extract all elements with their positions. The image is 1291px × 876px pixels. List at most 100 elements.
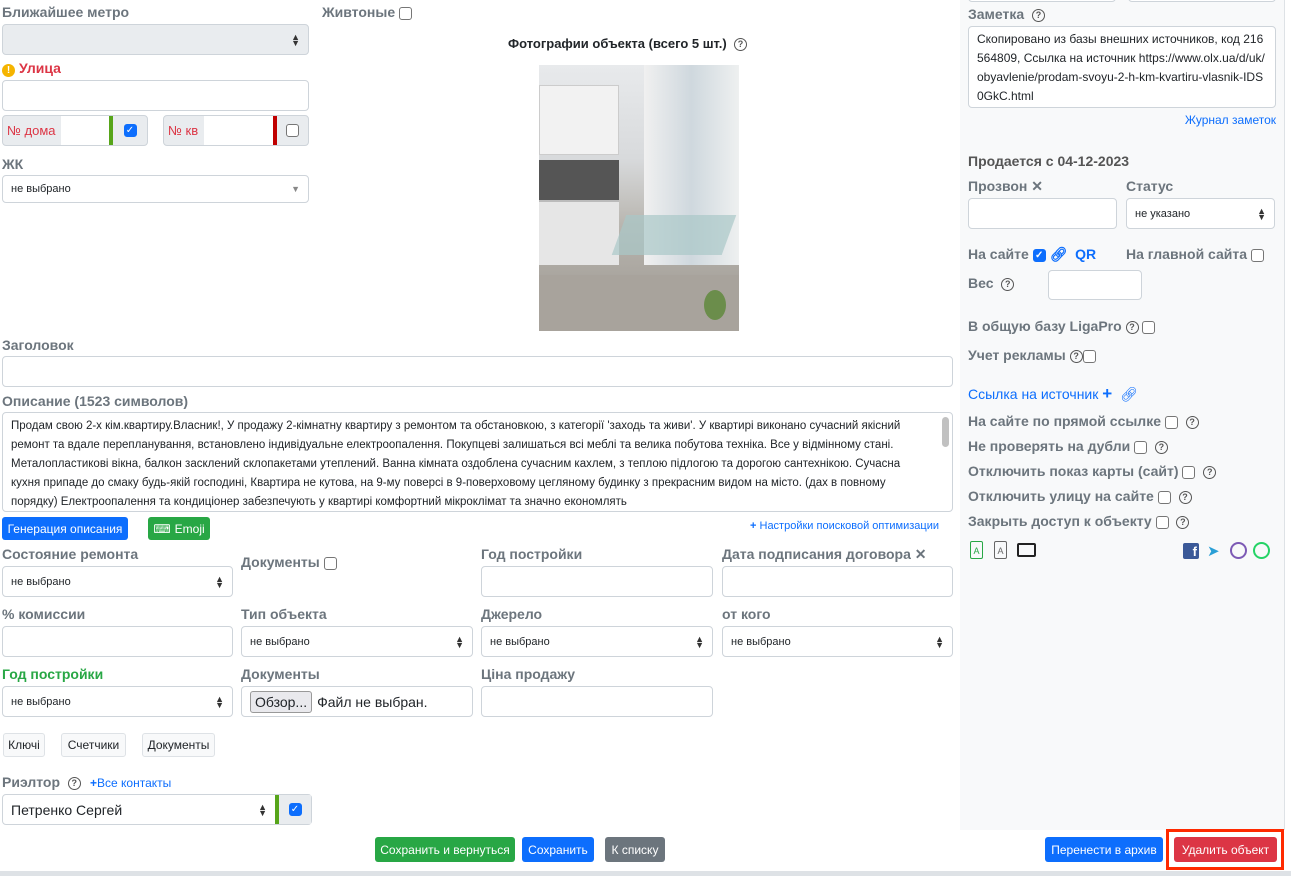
meters-button[interactable]: Счетчики [61, 733, 126, 757]
weight-input[interactable] [1048, 270, 1142, 300]
link-icon[interactable]: 🔗︎ [1120, 386, 1138, 402]
object-type-select[interactable]: не выбрано ▲ ▼ [241, 626, 473, 657]
realtor-checkbox[interactable]: ✓ [288, 803, 302, 816]
ads-field: Учет рекламы ? [968, 347, 1096, 363]
realtor-label: Риэлтор [2, 774, 60, 790]
build-year-value: не выбрано [11, 695, 71, 708]
help-icon[interactable]: ? [1178, 490, 1192, 504]
documents-file-input[interactable]: Обзор... Файл не выбран. [241, 686, 473, 717]
notes-log-link[interactable]: Журнал заметок [1185, 113, 1276, 127]
price-input[interactable] [481, 686, 713, 717]
ads-label: Учет рекламы [968, 347, 1066, 363]
house-input[interactable] [61, 116, 113, 145]
clear-icon[interactable]: ✕ [1031, 178, 1043, 194]
from-label: от кого [722, 606, 771, 622]
telegram-icon[interactable]: ➤ [1207, 542, 1220, 560]
contract-date-field: Дата подписания договора ✕ [722, 546, 927, 563]
on-main-checkbox[interactable] [1250, 248, 1264, 262]
repair-select[interactable]: не выбрано ▲ ▼ [2, 566, 233, 597]
metro-select[interactable]: ▲ ▼ [2, 24, 309, 55]
status-select[interactable]: не указано ▲ ▼ [1126, 198, 1275, 229]
envelope-icon[interactable] [1017, 543, 1036, 557]
description-textarea[interactable]: Продам свою 2-х кім.квартиру.Власник!, У… [2, 412, 953, 512]
right-panel: Заметка ? Скопировано из базы внешних ис… [960, 0, 1285, 830]
build-year-select[interactable]: не выбрано ▲ ▼ [2, 686, 233, 717]
clear-icon[interactable]: ✕ [915, 546, 927, 562]
link-icon[interactable]: 🔗︎ [1050, 246, 1068, 262]
help-icon[interactable]: ? [67, 776, 81, 790]
save-and-return-button[interactable]: Сохранить и вернуться [375, 837, 515, 862]
note-textarea[interactable]: Скопировано из базы внешних источников, … [968, 26, 1276, 108]
keys-button[interactable]: Ключі [3, 733, 45, 757]
apt-input[interactable] [204, 116, 277, 145]
contract-date-input[interactable] [722, 566, 953, 597]
contract-date-label: Дата подписания договора [722, 546, 911, 562]
help-icon[interactable]: ? [1203, 465, 1217, 479]
property-photo[interactable] [539, 65, 739, 331]
viber-icon[interactable] [1230, 542, 1247, 559]
house-number-group: № дома ✓ [2, 115, 148, 146]
commission-input[interactable] [2, 626, 233, 657]
help-icon[interactable]: ? [1176, 515, 1190, 529]
top-input-left[interactable] [968, 0, 1116, 2]
note-field-label: Заметка ? [968, 6, 1045, 22]
delete-object-button[interactable]: Удалить объект [1174, 837, 1277, 862]
direct-link-checkbox[interactable] [1164, 415, 1178, 429]
emoji-button[interactable]: ⌨ Emoji [148, 517, 210, 540]
help-icon[interactable]: ? [1001, 277, 1015, 291]
help-icon[interactable]: ? [1031, 8, 1045, 22]
street-label-text: Улица [19, 60, 61, 76]
pets-checkbox[interactable] [399, 6, 412, 20]
source-label: Джерело [481, 606, 543, 622]
note-text: Скопировано из базы внешних источников, … [977, 32, 1265, 103]
hide-map-checkbox[interactable] [1182, 465, 1196, 479]
pdf-icon[interactable]: A [994, 541, 1007, 559]
build-year-input[interactable] [481, 566, 713, 597]
description-text: Продам свою 2-х кім.квартиру.Власник!, У… [11, 420, 901, 508]
documents-checkbox[interactable] [323, 556, 337, 570]
help-icon[interactable]: ? [1185, 415, 1199, 429]
from-select[interactable]: не выбрано ▲ ▼ [722, 626, 953, 657]
scrollbar[interactable] [942, 417, 949, 447]
source-link-field[interactable]: Ссылка на источник + 🔗︎ [968, 384, 1138, 404]
top-input-right[interactable] [1128, 0, 1276, 2]
ligapro-field: В общую базу LigaPro ? [968, 318, 1156, 334]
seo-settings-link[interactable]: + Настройки поисковой оптимизации [750, 520, 939, 532]
to-list-button[interactable]: К списку [605, 837, 665, 862]
plus-icon[interactable]: + [1102, 384, 1112, 403]
all-contacts-link[interactable]: +Все контакты [90, 776, 171, 790]
facebook-icon[interactable]: f [1183, 543, 1199, 559]
realtor-select[interactable]: Петренко Сергей ▲ ▼ [3, 795, 279, 824]
qr-link[interactable]: QR [1075, 246, 1096, 262]
browse-button[interactable]: Обзор... [250, 690, 313, 713]
documents-button[interactable]: Документы [142, 733, 215, 757]
complex-select[interactable]: не выбрано ▼ [2, 175, 309, 203]
close-access-checkbox[interactable] [1155, 515, 1169, 529]
source-select[interactable]: не выбрано ▲ ▼ [481, 626, 713, 657]
save-button[interactable]: Сохранить [522, 837, 594, 862]
whatsapp-icon[interactable] [1253, 542, 1270, 559]
call-input[interactable] [968, 198, 1117, 229]
complex-value: не выбрано [11, 183, 71, 195]
title-input[interactable] [2, 356, 953, 387]
apt-checkbox[interactable] [286, 124, 299, 137]
documents-upload-label: Документы [241, 666, 320, 682]
archive-button[interactable]: Перенести в архив [1045, 837, 1163, 862]
generate-description-button[interactable]: Генерация описания [2, 517, 128, 540]
house-checkbox[interactable]: ✓ [123, 124, 137, 137]
ligapro-checkbox[interactable] [1142, 320, 1156, 334]
documents-field: Документы [241, 554, 337, 570]
help-icon[interactable]: ? [1125, 320, 1139, 334]
no-dupes-checkbox[interactable] [1134, 440, 1148, 454]
pdf-green-icon[interactable]: A [970, 541, 983, 559]
footer-divider [0, 871, 1291, 876]
weight-label: Вес [968, 275, 994, 291]
help-icon[interactable]: ? [1069, 349, 1083, 363]
help-icon[interactable]: ? [733, 38, 747, 52]
street-input[interactable] [2, 80, 309, 111]
hide-street-checkbox[interactable] [1157, 490, 1171, 504]
help-icon[interactable]: ? [1154, 440, 1168, 454]
ads-checkbox[interactable] [1082, 349, 1096, 363]
on-site-checkbox[interactable]: ✓ [1032, 248, 1046, 262]
pets-label: Живтоные [322, 4, 396, 20]
